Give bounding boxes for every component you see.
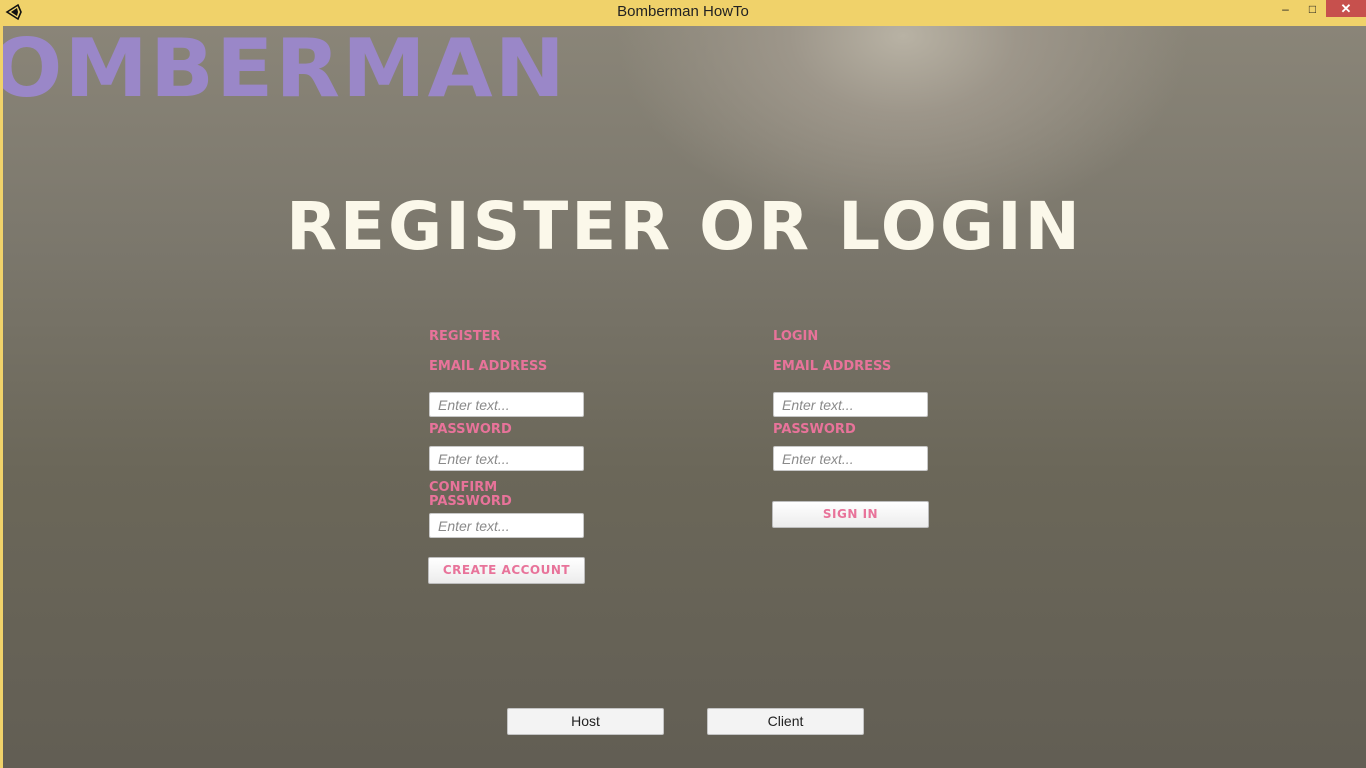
- client-button[interactable]: Client: [707, 708, 864, 735]
- login-email-label: EMAIL ADDRESS: [773, 359, 892, 374]
- login-section-label: LOGIN: [773, 329, 819, 344]
- title-bar[interactable]: Bomberman HowTo – □ ✕: [0, 0, 1366, 25]
- close-button[interactable]: ✕: [1326, 0, 1366, 17]
- register-confirm-password-label: CONFIRM PASSWORD: [429, 480, 512, 509]
- sign-in-button[interactable]: SIGN IN: [772, 501, 929, 528]
- login-password-label: PASSWORD: [773, 422, 856, 437]
- game-logo: OMBERMAN: [3, 26, 567, 116]
- host-button[interactable]: Host: [507, 708, 664, 735]
- register-section-label: REGISTER: [429, 329, 501, 344]
- login-email-input[interactable]: [773, 392, 928, 417]
- register-email-input[interactable]: [429, 392, 584, 417]
- page-heading: REGISTER OR LOGIN: [286, 188, 1083, 265]
- register-password-input[interactable]: [429, 446, 584, 471]
- app-window: Bomberman HowTo – □ ✕ OMBERMAN REGISTER …: [0, 0, 1366, 768]
- register-email-label: EMAIL ADDRESS: [429, 359, 548, 374]
- maximize-button[interactable]: □: [1299, 0, 1326, 20]
- register-confirm-password-input[interactable]: [429, 513, 584, 538]
- minimize-button[interactable]: –: [1272, 0, 1299, 20]
- game-scene: OMBERMAN REGISTER OR LOGIN REGISTER EMAI…: [3, 26, 1366, 768]
- register-password-label: PASSWORD: [429, 422, 512, 437]
- login-password-input[interactable]: [773, 446, 928, 471]
- create-account-button[interactable]: CREATE ACCOUNT: [428, 557, 585, 584]
- window-title: Bomberman HowTo: [617, 3, 749, 20]
